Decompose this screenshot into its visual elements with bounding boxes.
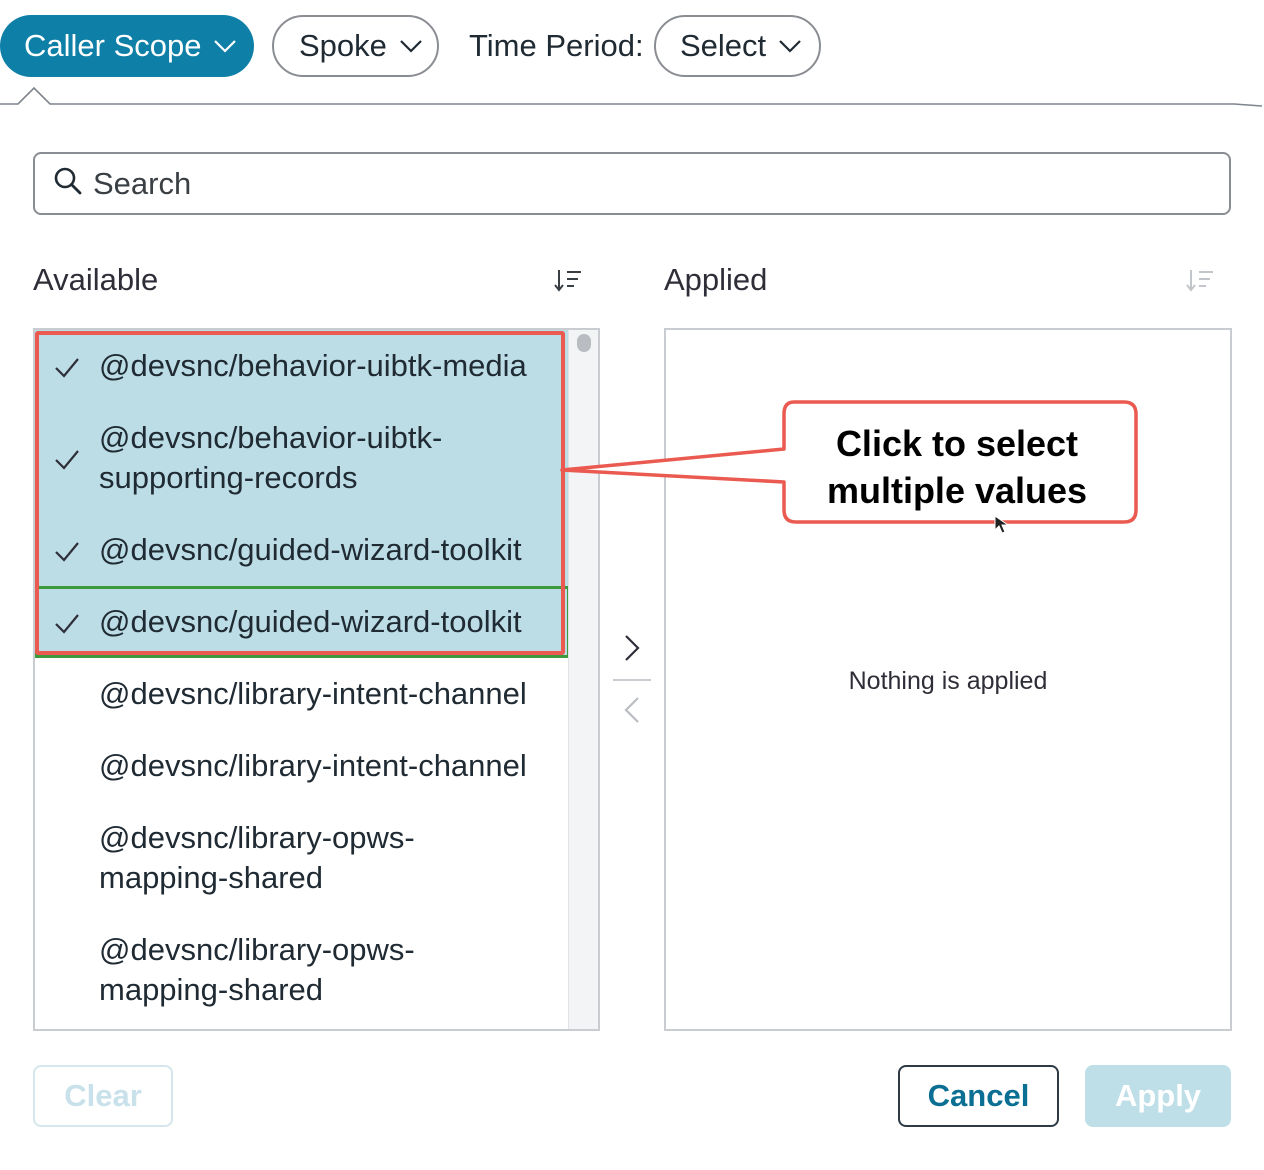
- search-icon: [53, 166, 83, 201]
- chevron-down-icon: [399, 39, 423, 53]
- list-item[interactable]: @devsnc/library-opws-mapping-shared: [35, 802, 570, 914]
- callout-text: Click to select multiple values: [784, 420, 1130, 514]
- empty-message: Nothing is applied: [848, 667, 1048, 695]
- list-item-label: @devsnc/behavior-uibtk-supporting-record…: [99, 418, 442, 498]
- list-item-label: @devsnc/guided-wizard-toolkit: [99, 602, 522, 642]
- cancel-button[interactable]: Cancel: [898, 1065, 1059, 1127]
- list-item-label-line: @devsnc/behavior-uibtk-: [99, 420, 443, 455]
- list-item-label-line: @devsnc/guided-wizard-toolkit: [99, 532, 522, 567]
- list-item-label-line: @devsnc/library-intent-channel: [99, 748, 527, 783]
- check-icon: [53, 352, 81, 392]
- available-list-items: @devsnc/behavior-uibtk-media @devsnc/beha…: [35, 330, 570, 1026]
- time-period-label: Time Period:: [469, 28, 644, 63]
- move-left-button[interactable]: [612, 690, 652, 734]
- time-period-select[interactable]: Select: [654, 15, 821, 77]
- list-item[interactable]: @devsnc/library-intent-channel: [35, 658, 570, 730]
- chevron-right-icon: [623, 633, 641, 668]
- list-item-label: @devsnc/behavior-uibtk-media: [99, 346, 527, 386]
- move-right-button[interactable]: [612, 628, 652, 672]
- time-period-select-value: Select: [680, 28, 767, 63]
- list-item-label-line: @devsnc/library-opws-: [99, 932, 415, 967]
- popover-outline: [0, 86, 1263, 107]
- list-item[interactable]: @devsnc/behavior-uibtk-supporting-record…: [35, 402, 570, 514]
- list-item-label-line: @devsnc/library-opws-: [99, 820, 415, 855]
- caller-scope-filter-button[interactable]: Caller Scope: [0, 15, 254, 77]
- list-item[interactable]: @devsnc/guided-wizard-toolkit: [35, 586, 570, 658]
- list-item-label-line: @devsnc/behavior-uibtk-media: [99, 348, 527, 383]
- applied-heading: Applied: [664, 262, 768, 297]
- list-item[interactable]: @devsnc/behavior-uibtk-media: [35, 330, 570, 402]
- available-list[interactable]: @devsnc/behavior-uibtk-media @devsnc/beha…: [33, 328, 600, 1031]
- list-item-label-line: @devsnc/guided-wizard-toolkit: [99, 604, 522, 639]
- list-item[interactable]: @devsnc/library-opws-mapping-shared: [35, 914, 570, 1026]
- list-item-label: @devsnc/library-opws-mapping-shared: [99, 930, 415, 1010]
- chevron-down-icon: [213, 39, 237, 53]
- list-item-label-line: mapping-shared: [99, 972, 324, 1007]
- sort-icon[interactable]: [553, 268, 583, 299]
- check-icon: [53, 444, 81, 484]
- search-box[interactable]: [33, 152, 1231, 215]
- list-item-label-line: supporting-records: [99, 460, 358, 495]
- available-heading: Available: [33, 262, 159, 297]
- clear-button[interactable]: Clear: [33, 1065, 173, 1127]
- list-item-label: @devsnc/library-intent-channel: [99, 746, 527, 786]
- callout-line-1: Click to select: [835, 423, 1079, 464]
- scrollbar-thumb[interactable]: [577, 334, 591, 352]
- list-item[interactable]: @devsnc/guided-wizard-toolkit: [35, 514, 570, 586]
- callout-line-2: multiple values: [826, 470, 1088, 511]
- list-item-label-line: mapping-shared: [99, 860, 324, 895]
- spoke-filter-button[interactable]: Spoke: [272, 15, 439, 77]
- spoke-label: Spoke: [299, 28, 387, 63]
- list-item-label-line: @devsnc/library-intent-channel: [99, 676, 527, 711]
- list-item[interactable]: @devsnc/library-intent-channel: [35, 730, 570, 802]
- search-input[interactable]: [93, 165, 1193, 202]
- check-icon: [53, 608, 81, 648]
- check-icon: [53, 536, 81, 576]
- list-item-label: @devsnc/library-opws-mapping-shared: [99, 818, 415, 898]
- chevron-down-icon: [778, 39, 802, 53]
- scrollbar[interactable]: [568, 330, 598, 1029]
- list-item-label: @devsnc/library-intent-channel: [99, 674, 527, 714]
- chevron-left-icon: [623, 695, 641, 730]
- caller-scope-label: Caller Scope: [24, 28, 202, 63]
- apply-button[interactable]: Apply: [1085, 1065, 1231, 1127]
- sort-icon: [1185, 268, 1215, 299]
- arrow-divider: [613, 679, 651, 681]
- list-item-label: @devsnc/guided-wizard-toolkit: [99, 530, 522, 570]
